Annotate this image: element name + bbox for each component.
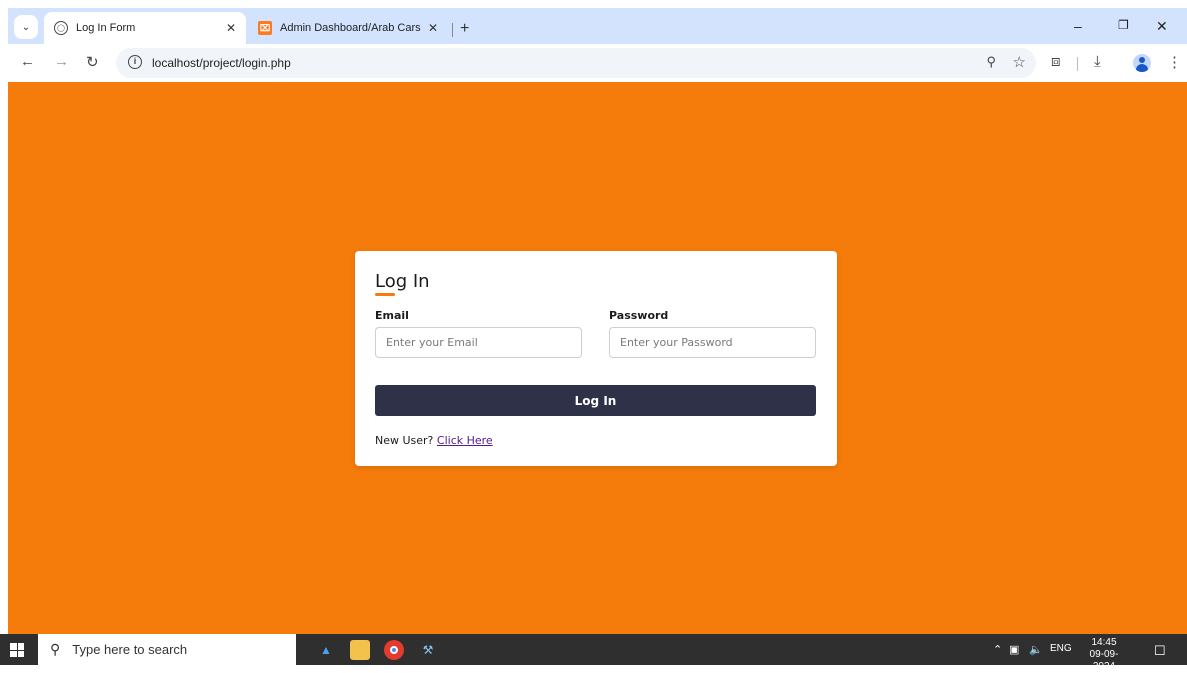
tab-separator bbox=[452, 23, 453, 37]
password-input[interactable] bbox=[609, 327, 816, 358]
language-indicator[interactable]: ENG bbox=[1050, 643, 1072, 654]
email-input[interactable] bbox=[375, 327, 582, 358]
cortana-app-icon[interactable]: ▲ bbox=[316, 640, 336, 660]
minimize-button[interactable]: – bbox=[1074, 18, 1082, 34]
tab-strip: ⌄ ◯ Log In Form ✕ ⌧ Admin Dashboard/Arab… bbox=[8, 8, 1187, 44]
bookmark-star-icon[interactable]: ☆ bbox=[1013, 53, 1026, 71]
reload-button[interactable]: ↻ bbox=[86, 53, 99, 71]
address-bar[interactable]: i localhost/project/login.php ⚲ ☆ bbox=[116, 48, 1036, 78]
tab-admin-dashboard[interactable]: ⌧ Admin Dashboard/Arab Cars ✕ bbox=[248, 12, 448, 44]
xampp-tools-icon[interactable]: ⚒ bbox=[418, 640, 438, 660]
download-icon[interactable]: ⤓ bbox=[1094, 53, 1101, 70]
extensions-icon[interactable]: ⧈ bbox=[1051, 53, 1061, 70]
new-user-row: New User? Click Here bbox=[375, 434, 493, 447]
url-text[interactable]: localhost/project/login.php bbox=[152, 56, 291, 70]
network-icon[interactable]: ▣ bbox=[1009, 643, 1019, 656]
site-info-icon[interactable]: i bbox=[128, 55, 142, 69]
search-icon: ⚲ bbox=[50, 641, 61, 657]
tab-title: Admin Dashboard/Arab Cars bbox=[280, 22, 421, 34]
chevron-down-icon: ⌄ bbox=[21, 21, 31, 33]
tray-chevron-icon[interactable]: ⌃ bbox=[993, 643, 1002, 656]
clock-date: 09-09-2024 bbox=[1089, 649, 1119, 672]
clock-time: 14:45 bbox=[1091, 637, 1117, 648]
tab-login-form[interactable]: ◯ Log In Form ✕ bbox=[44, 12, 246, 44]
browser-window: ⌄ ◯ Log In Form ✕ ⌧ Admin Dashboard/Arab… bbox=[0, 0, 1187, 672]
tab-title: Log In Form bbox=[76, 22, 136, 34]
email-label: Email bbox=[375, 309, 409, 322]
toolbar-separator bbox=[1077, 57, 1078, 71]
xampp-icon: ⌧ bbox=[258, 21, 272, 35]
taskbar-search-box[interactable]: ⚲ Type here to search bbox=[38, 634, 296, 665]
login-title: Log In bbox=[375, 271, 430, 292]
tab-search-button[interactable]: ⌄ bbox=[14, 15, 38, 39]
clock[interactable]: 14:45 09-09-2024 bbox=[1082, 637, 1126, 673]
page-content: Log In Email Password Log In New User? C… bbox=[8, 82, 1187, 634]
back-button[interactable]: ← bbox=[20, 53, 35, 70]
login-button[interactable]: Log In bbox=[375, 385, 816, 416]
restore-button[interactable]: ❐ bbox=[1118, 18, 1129, 32]
zoom-icon[interactable]: ⚲ bbox=[986, 54, 996, 70]
password-label: Password bbox=[609, 309, 669, 322]
chrome-icon[interactable] bbox=[384, 640, 404, 660]
speaker-muted-icon[interactable]: 🔈 bbox=[1029, 643, 1043, 656]
globe-icon: ◯ bbox=[54, 21, 68, 35]
file-explorer-icon[interactable] bbox=[350, 640, 370, 660]
windows-start-icon[interactable] bbox=[10, 643, 24, 657]
close-tab-icon[interactable]: ✕ bbox=[226, 21, 236, 35]
menu-kebab-icon[interactable]: ⋮ bbox=[1167, 53, 1182, 71]
windows-taskbar: ⚲ Type here to search ▲ ⚒ ⌃ ▣ 🔈 ENG 14:4… bbox=[0, 634, 1187, 672]
forward-button[interactable]: → bbox=[54, 53, 69, 70]
browser-toolbar: ← → ↻ i localhost/project/login.php ⚲ ☆ … bbox=[8, 44, 1187, 82]
signup-link[interactable]: Click Here bbox=[437, 434, 493, 447]
close-window-button[interactable]: ✕ bbox=[1156, 18, 1168, 35]
new-user-text: New User? bbox=[375, 434, 434, 447]
close-tab-icon[interactable]: ✕ bbox=[428, 21, 438, 35]
notification-icon[interactable]: ☐ bbox=[1154, 643, 1166, 659]
title-underline bbox=[375, 293, 395, 296]
profile-avatar-icon[interactable] bbox=[1133, 54, 1151, 72]
new-tab-button[interactable]: + bbox=[460, 20, 469, 38]
login-card: Log In Email Password Log In New User? C… bbox=[355, 251, 837, 466]
search-placeholder: Type here to search bbox=[72, 642, 188, 657]
